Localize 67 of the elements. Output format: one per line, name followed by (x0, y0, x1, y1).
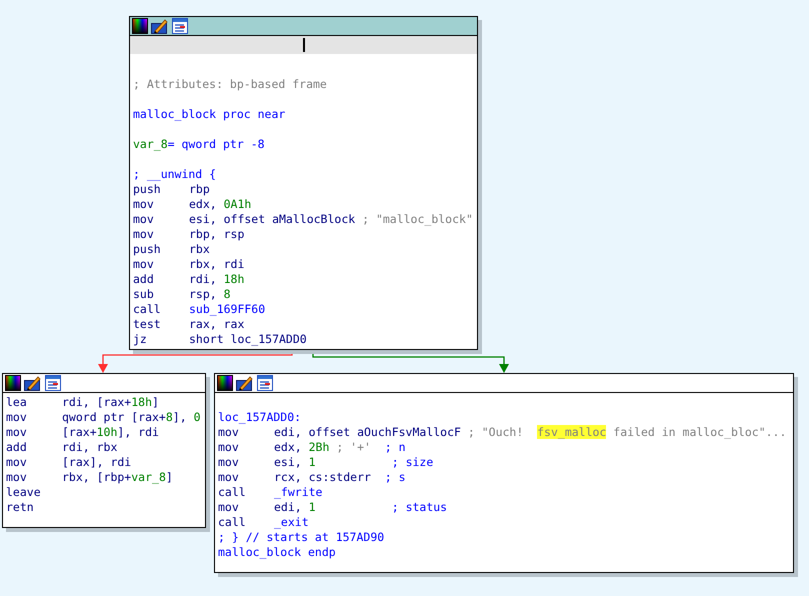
asm-operands: [rax+10h], rdi (62, 425, 159, 440)
asm-operands: rdi, 18h (189, 272, 244, 287)
asm-operands: rbx, rdi (189, 257, 244, 272)
asm-mnemonic: mov (133, 212, 154, 226)
asm-line: ; } // starts at 157AD90 (218, 530, 384, 545)
asm-mnemonic: mov (218, 500, 239, 514)
asm-operands: _exit (274, 515, 309, 530)
text-caret (302, 38, 304, 52)
graph-icon[interactable] (172, 18, 188, 34)
asm-mnemonic: lea (6, 395, 27, 409)
asm-operands: rbp (189, 182, 210, 197)
asm-mnemonic: call (218, 515, 246, 529)
asm-line: var_8= qword ptr -8 (133, 137, 265, 152)
asm-line: malloc_block proc near (133, 107, 286, 122)
color-palette-icon[interactable] (217, 375, 233, 391)
asm-mnemonic: mov (6, 425, 27, 439)
color-palette-icon[interactable] (132, 18, 148, 34)
asm-operands: rsp, 8 (189, 287, 231, 302)
asm-line: ; __unwind { (133, 167, 216, 182)
asm-mnemonic: call (133, 302, 161, 316)
graph-icon[interactable] (45, 375, 61, 391)
asm-line: malloc_block endp (218, 545, 336, 560)
asm-operands: rdi, [rax+18h] (62, 395, 159, 410)
asm-operands: edi, 1 ; status (274, 500, 448, 515)
asm-mnemonic: mov (133, 257, 154, 271)
asm-line: ; Attributes: bp-based frame (133, 77, 327, 92)
asm-mnemonic: jz (133, 332, 147, 346)
asm-operands: [rax], rdi (62, 455, 132, 470)
asm-operands: edx, 0A1h (189, 197, 252, 212)
asm-operands: rdi, rbx (62, 440, 118, 455)
asm-mnemonic: mov (133, 227, 154, 241)
graph-icon[interactable] (257, 375, 273, 391)
asm-operands: qword ptr [rax+8], 0 (62, 410, 201, 425)
pencil-icon[interactable] (151, 18, 169, 34)
asm-operands: rbx (189, 242, 210, 257)
asm-mnemonic: sub (133, 287, 154, 301)
color-palette-icon[interactable] (5, 375, 21, 391)
asm-mnemonic: push (133, 182, 161, 196)
asm-mnemonic: mov (218, 455, 239, 469)
asm-mnemonic: call (218, 485, 246, 499)
pencil-icon[interactable] (236, 375, 254, 391)
pencil-icon[interactable] (24, 375, 42, 391)
asm-mnemonic: mov (218, 470, 239, 484)
asm-operands: rax, rax (189, 317, 244, 332)
asm-mnemonic: mov (133, 197, 154, 211)
asm-operands: sub_169FF60 (189, 302, 266, 317)
asm-operands: esi, offset aMallocBlock ; "malloc_block" (189, 212, 473, 227)
asm-mnemonic: mov (6, 410, 27, 424)
asm-mnemonic: retn (6, 500, 34, 514)
asm-mnemonic: leave (6, 485, 41, 499)
asm-operands: rbp, rsp (189, 227, 244, 242)
asm-operands: edx, 2Bh ; '+' ; n (274, 440, 406, 455)
asm-mnemonic: mov (218, 425, 239, 439)
asm-mnemonic: add (133, 272, 154, 286)
asm-operands: rbx, [rbp+var_8] (62, 470, 173, 485)
asm-operands: rcx, cs:stderr ; s (274, 470, 406, 485)
asm-mnemonic: mov (218, 440, 239, 454)
asm-operands: esi, 1 ; size (274, 455, 434, 470)
asm-mnemonic: mov (6, 470, 27, 484)
asm-operands: _fwrite (274, 485, 322, 500)
asm-mnemonic: mov (6, 455, 27, 469)
asm-operands: edi, offset aOuchFsvMallocF ; "Ouch! fsv_malloc failed in malloc_bloc"... (274, 425, 786, 440)
asm-mnemonic: push (133, 242, 161, 256)
asm-mnemonic: test (133, 317, 161, 331)
asm-line: loc_157ADD0: (218, 410, 302, 425)
asm-mnemonic: add (6, 440, 27, 454)
asm-operands: short loc_157ADD0 (189, 332, 307, 347)
